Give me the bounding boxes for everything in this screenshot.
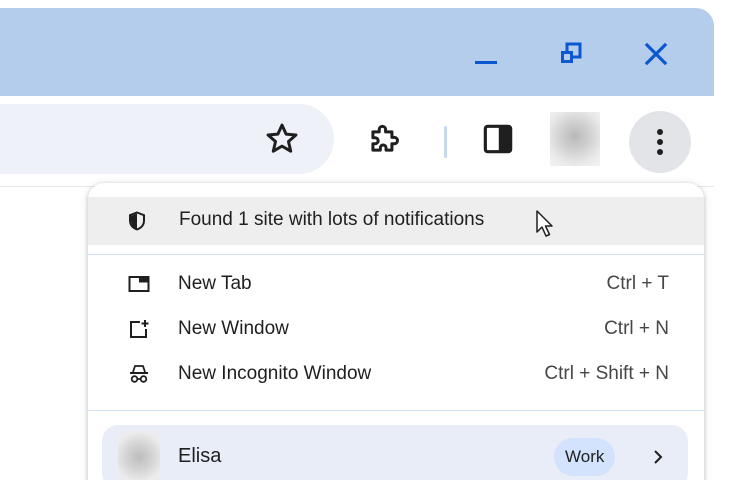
chevron-right-icon [648,447,668,472]
new-tab-icon [127,274,151,294]
menu-item-new-window[interactable]: New Window Ctrl + N [88,307,704,351]
extensions-button[interactable] [364,119,404,159]
close-icon [644,42,668,66]
menu-divider [88,410,704,411]
menu-item-new-tab[interactable]: New Tab Ctrl + T [88,262,704,306]
mouse-pointer-icon [535,209,555,244]
notification-alert-item[interactable]: Found 1 site with lots of notifications [88,197,704,245]
minimize-icon [475,61,497,64]
toolbar-separator [444,126,447,158]
menu-item-new-incognito-window[interactable]: New Incognito Window Ctrl + Shift + N [88,352,704,396]
incognito-icon [127,364,151,384]
notification-alert-label: Found 1 site with lots of notifications [179,209,485,230]
menu-divider [88,254,704,255]
close-button[interactable] [638,36,674,72]
keyboard-shortcut: Ctrl + N [604,318,669,339]
menu-item-label: New Incognito Window [178,363,372,384]
profile-avatar-button[interactable] [550,112,600,166]
menu-item-label: New Window [178,318,289,339]
restore-button[interactable] [553,36,589,72]
profile-name: Elisa [178,445,222,467]
keyboard-shortcut: Ctrl + Shift + N [544,363,669,384]
restore-icon [561,42,582,63]
profile-badge: Work [554,438,616,476]
star-icon [266,123,298,153]
menu-item-label: New Tab [178,273,252,294]
three-dot-menu-icon [657,129,663,155]
puzzle-icon [371,124,399,152]
minimize-button[interactable] [468,36,504,72]
keyboard-shortcut: Ctrl + T [606,273,669,294]
chrome-menu: Found 1 site with lots of notifications … [88,183,704,480]
avatar [118,431,160,480]
chrome-menu-button[interactable] [629,111,691,173]
new-window-icon [127,319,151,339]
window-titlebar [0,8,714,96]
profile-item[interactable]: Elisa Work [102,425,688,480]
shield-icon [128,211,146,236]
bookmark-button[interactable] [262,119,302,159]
side-panel-icon [483,124,513,154]
side-panel-button[interactable] [478,119,518,159]
